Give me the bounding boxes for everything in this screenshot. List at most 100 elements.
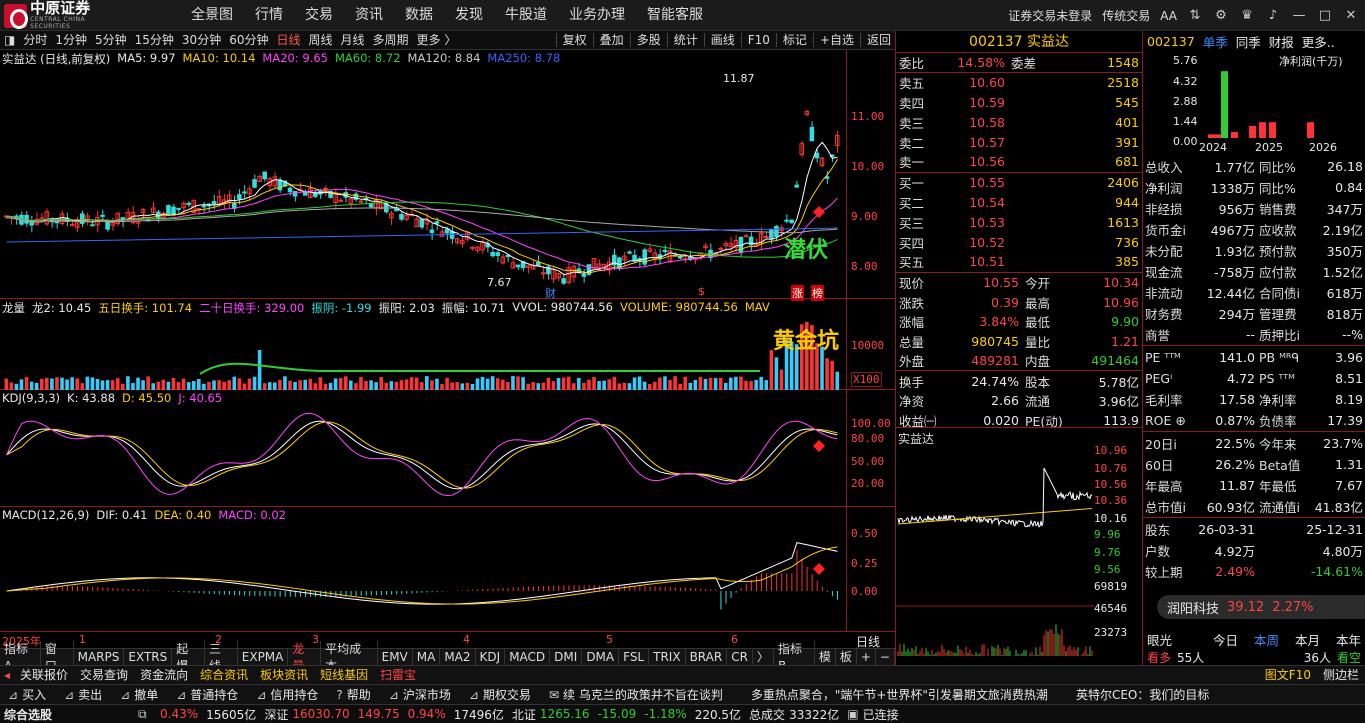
nav-item[interactable]: 行情 bbox=[244, 0, 294, 31]
nav-item[interactable]: 智能客服 bbox=[636, 0, 714, 31]
indicator-tab[interactable]: DMA bbox=[582, 649, 620, 666]
indicator-tab[interactable]: 〉 bbox=[753, 649, 774, 666]
sell-button[interactable]: 卖出 bbox=[78, 686, 116, 703]
bell-icon[interactable]: ♪ bbox=[1265, 8, 1281, 24]
eye-tab-active[interactable]: 本周 bbox=[1254, 630, 1279, 649]
indicator-tab[interactable]: − bbox=[876, 649, 895, 666]
stock-picker[interactable]: 综合选股 bbox=[0, 706, 138, 723]
period-tab[interactable]: 30分钟 bbox=[178, 31, 225, 50]
period-tab[interactable]: 1分钟 bbox=[51, 31, 91, 50]
nav-item[interactable]: 发现 bbox=[444, 0, 494, 31]
maximize-icon[interactable]: □ bbox=[1317, 8, 1333, 24]
tool-button[interactable]: 复权 bbox=[559, 31, 591, 50]
popout-icon[interactable]: ⧉ bbox=[138, 707, 160, 722]
tool-button[interactable]: 标记 bbox=[779, 31, 811, 50]
kdj-pane[interactable]: KDJ(9,3,3) K: 43.88 D: 45.50 J: 40.65 10… bbox=[0, 390, 895, 507]
nav-item[interactable]: 业务办理 bbox=[558, 0, 636, 31]
tool-button[interactable]: 多股 bbox=[633, 31, 665, 50]
indicator-tab[interactable]: MA2 bbox=[440, 649, 476, 666]
bottom-tab[interactable]: 综合资讯 bbox=[194, 666, 254, 684]
eye-tab[interactable]: 今日 bbox=[1213, 630, 1238, 649]
news-item[interactable]: 多重热点聚合，"端午节+世界杯"引发暑期文旅消费热潮 bbox=[751, 686, 1076, 703]
login-status[interactable]: 证券交易未登录 bbox=[1008, 7, 1092, 24]
shirt-icon[interactable]: ♛ bbox=[1239, 8, 1255, 24]
minimize-icon[interactable]: — bbox=[1291, 8, 1307, 24]
indicator-tab[interactable]: CR bbox=[727, 649, 753, 666]
tool-button[interactable]: 统计 bbox=[670, 31, 702, 50]
eye-tab[interactable]: 本年 bbox=[1336, 630, 1365, 649]
indicator-tab[interactable]: MARPS bbox=[74, 649, 125, 666]
tool-button[interactable]: F10 bbox=[744, 31, 774, 50]
credit-button[interactable]: 信用持仓 bbox=[270, 686, 332, 703]
ask-row[interactable]: 卖五 10.60 2518 bbox=[896, 73, 1142, 93]
indicator-tab[interactable]: MA bbox=[413, 649, 441, 666]
volume-pane[interactable]: 龙量 龙2: 10.45 五日换手: 101.74 二十日换手: 329.00 … bbox=[0, 299, 895, 390]
indicator-tab[interactable]: 模 bbox=[815, 649, 836, 666]
option-button[interactable]: 期权交易 bbox=[483, 686, 545, 703]
hot-stock-popup[interactable]: 润阳科技 39.12 2.27% bbox=[1157, 595, 1365, 619]
message-icon[interactable]: ✉ bbox=[545, 688, 563, 702]
period-tab-selected[interactable]: 日线 bbox=[272, 31, 304, 50]
period-tab[interactable]: 分时 bbox=[19, 31, 51, 50]
ask-row[interactable]: 卖二 10.57 391 bbox=[896, 132, 1142, 152]
dollar-marker[interactable]: $ bbox=[698, 285, 705, 298]
f10-button[interactable]: 图文F10 bbox=[1259, 666, 1317, 684]
bottom-tab[interactable]: 短线基因 bbox=[314, 666, 374, 684]
price-plot[interactable] bbox=[0, 50, 846, 299]
back-icon[interactable]: ◂ bbox=[0, 666, 14, 684]
tool-button[interactable]: 画线 bbox=[707, 31, 739, 50]
ask-row[interactable]: 卖一 10.56 681 bbox=[896, 152, 1142, 172]
indicator-tab[interactable]: DMI bbox=[550, 649, 583, 666]
news-item[interactable]: 续 乌克兰的政策并不旨在谈判 bbox=[563, 686, 751, 703]
indicator-tab[interactable]: TRIX bbox=[649, 649, 686, 666]
eye-tab[interactable]: 本月 bbox=[1295, 630, 1320, 649]
kdj-plot[interactable] bbox=[0, 390, 846, 507]
close-icon[interactable]: ✕ bbox=[1343, 8, 1359, 24]
font-size-button[interactable]: AA bbox=[1160, 9, 1177, 23]
indicator-tab[interactable]: EXTRS bbox=[124, 649, 173, 666]
bid-row[interactable]: 买三 10.53 1613 bbox=[896, 212, 1142, 232]
indicator-tab[interactable]: + bbox=[857, 649, 876, 666]
help-button[interactable]: 帮助 bbox=[347, 686, 385, 703]
sort-icon[interactable]: ⇅ bbox=[1187, 8, 1203, 24]
nav-item[interactable]: 数据 bbox=[394, 0, 444, 31]
gear-icon[interactable]: ⚙ bbox=[1213, 8, 1229, 24]
indicator-tab[interactable]: 板 bbox=[836, 649, 857, 666]
sidebar-button[interactable]: 侧边栏 bbox=[1317, 666, 1365, 684]
bid-row[interactable]: 买五 10.51 385 bbox=[896, 252, 1142, 272]
tool-button[interactable]: 返回 bbox=[863, 31, 895, 50]
market-button[interactable]: 沪深市场 bbox=[403, 686, 465, 703]
tool-button[interactable]: 叠加 bbox=[596, 31, 628, 50]
ask-row[interactable]: 卖四 10.59 545 bbox=[896, 93, 1142, 113]
indicator-tab[interactable]: MACD bbox=[505, 649, 551, 666]
bottom-tab[interactable]: 资金流向 bbox=[134, 666, 194, 684]
period-tab[interactable]: 15分钟 bbox=[131, 31, 178, 50]
macd-pane[interactable]: MACD(12,26,9) DIF: 0.41 DEA: 0.40 MACD: … bbox=[0, 507, 895, 631]
bid-row[interactable]: 买四 10.52 736 bbox=[896, 232, 1142, 252]
indicator-tab[interactable]: FSL bbox=[619, 649, 650, 666]
ask-row[interactable]: 卖三 10.58 401 bbox=[896, 112, 1142, 132]
indicator-tab[interactable]: EXPMA bbox=[238, 649, 289, 666]
profit-chart[interactable]: 5.76 4.32 2.88 1.44 0.00 净利润(千万) 2024 20… bbox=[1143, 51, 1365, 155]
trade-mode[interactable]: 传统交易 bbox=[1102, 7, 1150, 24]
kline-chart[interactable]: 实益达 (日线,前复权) MA5: 9.97 MA10: 10.14 MA20:… bbox=[0, 50, 895, 649]
collapse-icon[interactable]: ◨ bbox=[0, 31, 19, 50]
period-tab[interactable]: 月线 bbox=[337, 31, 369, 50]
period-tab[interactable]: 60分钟 bbox=[225, 31, 272, 50]
nav-item[interactable]: 牛股道 bbox=[494, 0, 558, 31]
bottom-tab[interactable]: 板块资讯 bbox=[254, 666, 314, 684]
position-button[interactable]: 普通持仓 bbox=[190, 686, 252, 703]
bid-row[interactable]: 买二 10.54 944 bbox=[896, 193, 1142, 213]
news-item[interactable]: 英特尔CEO：我们的目标 bbox=[1076, 686, 1209, 703]
nav-item[interactable]: 资讯 bbox=[344, 0, 394, 31]
period-tab[interactable]: 5分钟 bbox=[91, 31, 131, 50]
macd-plot[interactable] bbox=[0, 507, 846, 631]
nav-item[interactable]: 全景图 bbox=[180, 0, 244, 31]
period-tab[interactable]: 更多 〉 bbox=[413, 31, 461, 50]
period-tab[interactable]: 多周期 bbox=[369, 31, 413, 50]
indicator-tab[interactable]: EMV bbox=[378, 649, 413, 666]
price-pane[interactable]: 实益达 (日线,前复权) MA5: 9.97 MA10: 10.14 MA20:… bbox=[0, 50, 895, 301]
intraday-panel[interactable]: 实益达 10.96 10.76 10.56 10.36 10.16 9.96 9… bbox=[895, 427, 1143, 665]
nav-item[interactable]: 交易 bbox=[294, 0, 344, 31]
intraday-plot[interactable] bbox=[896, 446, 1094, 656]
